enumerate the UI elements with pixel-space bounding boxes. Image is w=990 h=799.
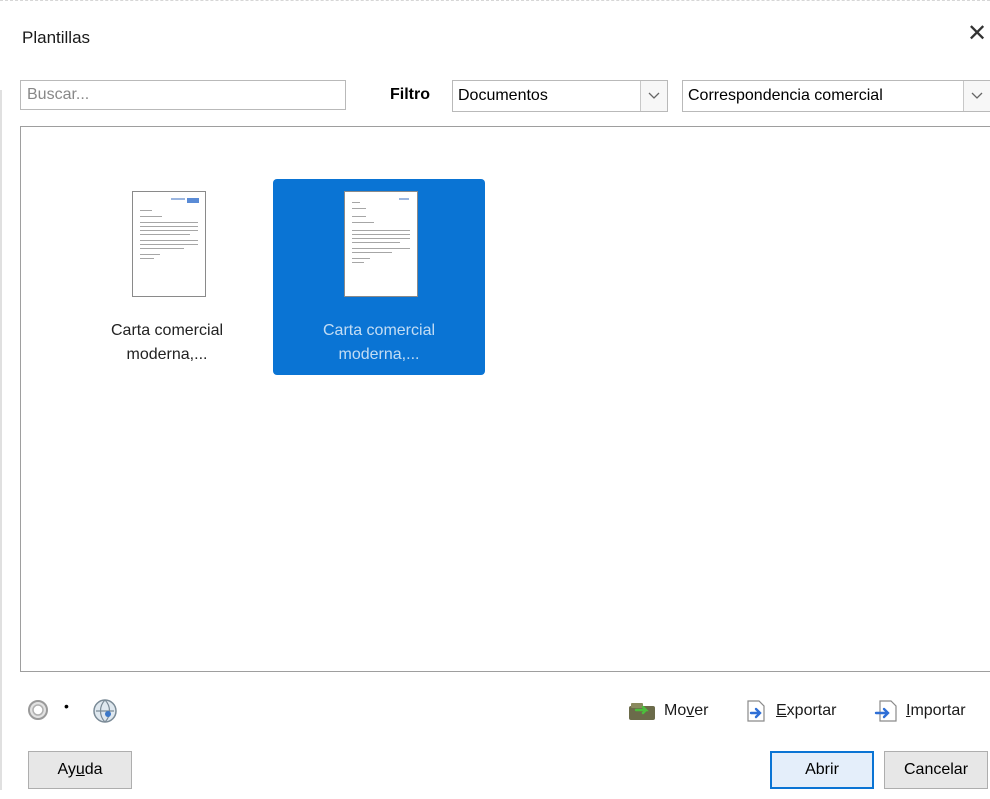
open-button[interactable]: Abrir — [770, 751, 874, 789]
menu-dropdown-icon[interactable]: • — [64, 699, 69, 713]
move-label: Mover — [664, 702, 709, 719]
window-left-edge — [0, 90, 5, 790]
globe-icon[interactable] — [92, 698, 117, 723]
template-thumbnail — [344, 191, 418, 297]
move-folder-icon — [629, 703, 655, 720]
template-view[interactable]: Carta comercial moderna,... Carta comerc… — [20, 126, 990, 672]
search-input[interactable] — [20, 80, 346, 110]
document-type-select[interactable]: Documentos — [452, 80, 668, 112]
template-item-selected[interactable]: Carta comercial moderna,... — [273, 179, 485, 375]
help-label: Ayuda — [57, 761, 103, 778]
cancel-button[interactable]: Cancelar — [884, 751, 988, 789]
import-icon — [874, 700, 897, 722]
gear-icon[interactable] — [26, 698, 50, 722]
chevron-down-icon[interactable] — [640, 81, 667, 111]
chevron-down-icon[interactable] — [963, 81, 990, 111]
filter-label: Filtro — [390, 86, 430, 103]
template-thumbnail — [132, 191, 206, 297]
export-label: Exportar — [776, 702, 837, 719]
document-type-value: Documentos — [458, 87, 548, 104]
category-value: Correspondencia comercial — [688, 87, 883, 104]
window-top-edge — [0, 0, 990, 13]
template-name: Carta comercial moderna,... — [322, 322, 436, 363]
template-item[interactable]: Carta comercial moderna,... — [61, 179, 273, 375]
dialog-title: Plantillas — [22, 28, 91, 47]
close-button[interactable]: ✕ — [964, 20, 990, 48]
import-label: Importar — [906, 702, 966, 719]
category-select[interactable]: Correspondencia comercial — [682, 80, 990, 112]
move-button[interactable]: Mover — [628, 698, 708, 724]
export-button[interactable]: Exportar — [744, 698, 836, 724]
import-button[interactable]: Importar — [874, 698, 966, 724]
help-button[interactable]: Ayuda — [28, 751, 132, 789]
template-name: Carta comercial moderna,... — [110, 322, 224, 363]
export-icon — [747, 700, 765, 722]
